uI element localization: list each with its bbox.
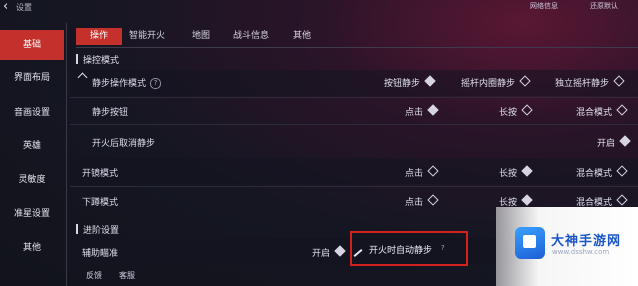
cancel-walk-on-fire-label: 开火后取消静步 xyxy=(92,139,156,149)
sidebar-item-audio-video[interactable]: 音画设置 xyxy=(0,98,64,128)
sidebar-item-other[interactable]: 其他 xyxy=(0,233,64,263)
tab-smart-fire[interactable]: 智能开火 xyxy=(129,28,165,45)
walk-button-option-hold[interactable]: 长按 xyxy=(499,104,533,118)
tab-underline xyxy=(76,47,638,48)
sidebar-item-basic[interactable]: 基础 xyxy=(0,30,64,60)
walk-button-label: 静步按钮 xyxy=(92,108,129,118)
watermark-subtitle: www.dsshw.com xyxy=(552,248,610,256)
back-arrow-icon[interactable]: ‹ xyxy=(3,0,8,14)
walk-mode-option-inner-joystick[interactable]: 摇杆内圈静步 xyxy=(461,75,531,89)
scope-mode-option-tap[interactable]: 点击 xyxy=(405,165,439,179)
crouch-mode-label: 下蹲模式 xyxy=(82,198,119,208)
tab-other[interactable]: 其他 xyxy=(293,28,311,45)
help-icon[interactable]: ? xyxy=(441,244,445,252)
section-marker xyxy=(76,224,78,234)
aim-assist-label: 辅助瞄准 xyxy=(82,249,119,259)
sidebar-item-crosshair[interactable]: 准星设置 xyxy=(0,199,64,229)
section-control-mode: 操控模式 xyxy=(83,56,120,66)
sidebar-divider xyxy=(66,23,67,286)
diamond-icon xyxy=(616,165,628,177)
watermark-title: 大神手游网 xyxy=(551,234,622,249)
diamond-icon xyxy=(521,104,533,116)
feedback-link[interactable]: 反馈 xyxy=(86,270,102,281)
scope-mode-option-hold[interactable]: 长按 xyxy=(499,165,533,179)
walk-mode-option-button[interactable]: 按钮静步 xyxy=(384,75,436,89)
auto-walk-on-fire-label[interactable]: 开火时自动静步 xyxy=(369,243,432,256)
selected-diamond-icon xyxy=(424,75,436,87)
top-bar: ‹ 设置 网络信息 还原默认 xyxy=(0,0,638,18)
scope-mode-row xyxy=(70,158,638,184)
tab-operation[interactable]: 操作 xyxy=(76,28,122,45)
diamond-icon xyxy=(427,194,439,206)
sidebar-item-layout[interactable]: 界面布局 xyxy=(0,63,64,93)
diamond-icon xyxy=(616,194,628,206)
scope-mode-option-mixed[interactable]: 混合模式 xyxy=(576,165,628,179)
selected-diamond-icon xyxy=(427,104,439,116)
crouch-mode-option-tap[interactable]: 点击 xyxy=(405,194,439,208)
help-icon[interactable]: ? xyxy=(150,78,162,89)
restore-default-button[interactable]: 还原默认 xyxy=(590,1,618,11)
row-divider xyxy=(70,186,638,187)
selected-diamond-icon xyxy=(619,135,631,147)
walk-button-option-tap[interactable]: 点击 xyxy=(405,104,439,118)
aim-assist-toggle[interactable]: 开启 xyxy=(312,245,346,259)
back-label: 设置 xyxy=(16,3,32,12)
walk-button-option-mixed[interactable]: 混合模式 xyxy=(576,104,628,118)
row-divider xyxy=(70,124,638,125)
selected-diamond-icon xyxy=(521,165,533,177)
walk-mode-option-separate-joystick[interactable]: 独立摇杆静步 xyxy=(555,75,625,89)
tab-map[interactable]: 地图 xyxy=(192,28,210,45)
watermark-logo-icon xyxy=(515,227,545,259)
section-marker xyxy=(76,54,78,64)
selected-diamond-icon xyxy=(334,245,346,257)
sidebar-item-heroes[interactable]: 英雄 xyxy=(0,131,64,161)
customer-service-link[interactable]: 客服 xyxy=(119,270,135,281)
sidebar-item-sensitivity[interactable]: 灵敏度 xyxy=(0,165,64,195)
cancel-walk-on-fire-toggle[interactable]: 开启 xyxy=(597,135,631,149)
section-advanced: 进阶设置 xyxy=(83,226,120,236)
walk-mode-label: 静步操作模式? xyxy=(92,76,162,89)
scope-mode-label: 开镜模式 xyxy=(82,169,119,179)
diamond-icon xyxy=(519,75,531,87)
tab-battle-info[interactable]: 战斗信息 xyxy=(233,28,269,45)
diamond-icon xyxy=(616,104,628,116)
network-info-button[interactable]: 网络信息 xyxy=(530,1,558,11)
diamond-icon xyxy=(613,75,625,87)
row-divider xyxy=(70,97,638,98)
diamond-icon xyxy=(427,165,439,177)
selected-diamond-icon xyxy=(521,194,533,206)
